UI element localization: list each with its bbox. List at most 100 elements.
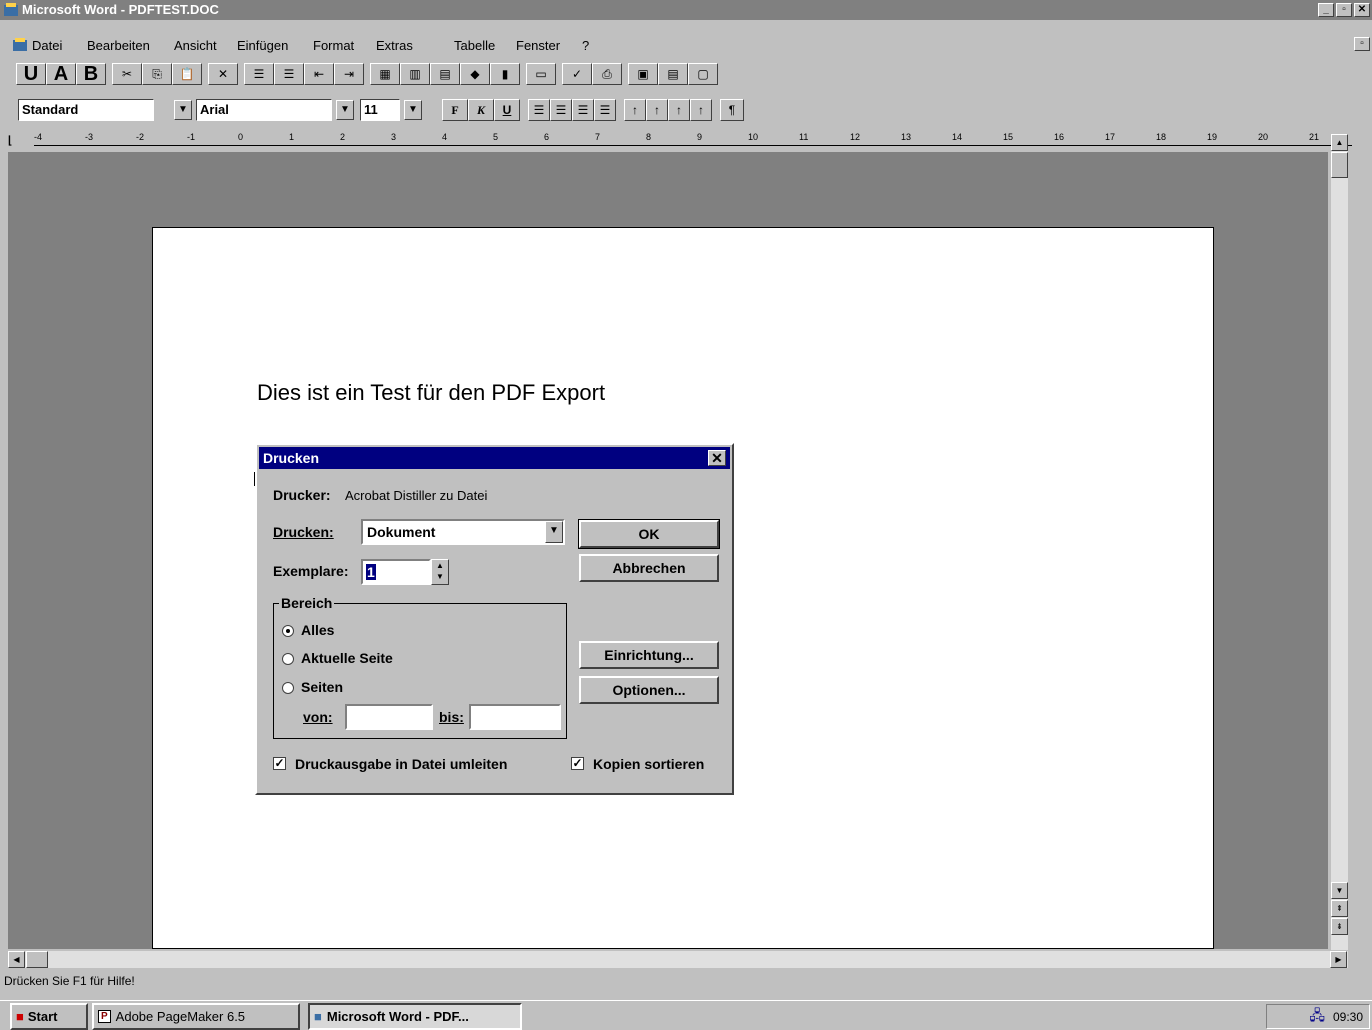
to-field[interactable] [469,704,561,730]
ruler-mark: 15 [1003,132,1014,142]
radio-current-page-label[interactable]: Aktuelle Seite [301,650,393,666]
next-page-icon[interactable]: ⇟ [1331,918,1348,935]
ok-button[interactable]: OK [578,519,720,549]
decrease-indent-icon[interactable]: ⇤ [304,63,334,85]
italic-button[interactable]: K [468,99,494,121]
copies-spinner-icon[interactable]: ▲ ▼ [431,559,449,585]
ruler-mark: 7 [595,132,601,142]
format-painter-icon[interactable]: ✕ [208,63,238,85]
scroll-right-icon[interactable]: ▶ [1330,951,1347,968]
ruler-mark: 16 [1054,132,1065,142]
maximize-icon[interactable]: ▫ [1336,3,1352,17]
tab-right-icon[interactable]: ↑ [668,99,690,121]
ruler-mark: -3 [85,132,94,142]
menu-extras[interactable]: Extras [376,38,413,53]
show-formatting-button[interactable]: ¶ [720,99,744,121]
windows-logo-icon: ■ [16,1009,24,1024]
restore-document-icon[interactable]: ▫ [1354,37,1370,51]
horizontal-scrollbar[interactable]: ◀ ▶ [8,951,1348,968]
align-left-icon[interactable]: ☰ [528,99,550,121]
print-what-dropdown-icon[interactable]: ▼ [545,521,563,543]
chart-icon[interactable]: ▮ [490,63,520,85]
menu-datei[interactable]: Datei [32,38,62,53]
start-button[interactable]: ■ Start [10,1003,88,1030]
paste-icon[interactable]: 📋 [172,63,202,85]
style-field[interactable]: Standard [18,99,154,121]
justify-icon[interactable]: ☰ [594,99,616,121]
task-word-label: Microsoft Word - PDF... [326,1009,469,1024]
numbering-icon[interactable]: ☰ [244,63,274,85]
ruler[interactable]: -4 -3 -2 -1 0 1 2 3 4 5 6 7 8 9 10 11 12 13 14 15 16 17 18 19 20… [34,132,1352,146]
tab-center-icon[interactable]: ↑ [646,99,668,121]
tab-decimal-icon[interactable]: ↑ [690,99,712,121]
cancel-button[interactable]: Abbrechen [579,554,719,582]
scroll-left-icon[interactable]: ◀ [8,951,25,968]
bullets-icon[interactable]: ☰ [274,63,304,85]
print-what-select[interactable]: Dokument ▼ [361,519,565,545]
task-word[interactable]: ■ Microsoft Word - PDF... [308,1003,522,1030]
word-task-icon: ■ [314,1009,322,1024]
bold-button[interactable]: F [442,99,468,121]
minimize-icon[interactable]: _ [1318,3,1334,17]
from-field[interactable] [345,704,433,730]
collate-label[interactable]: Kopien sortieren [593,756,704,772]
dialog-title-bar[interactable]: Drucken ✕ [259,447,730,469]
task-pagemaker[interactable]: P Adobe PageMaker 6.5 [92,1003,300,1030]
menu-help[interactable]: ? [582,38,589,53]
align-right-icon[interactable]: ☰ [572,99,594,121]
scroll-down-icon[interactable]: ▼ [1331,882,1348,899]
page-view-icon[interactable]: ▣ [628,63,658,85]
copies-field[interactable]: 1 [361,559,431,585]
columns-icon[interactable]: ▥ [400,63,430,85]
table-icon[interactable]: ▦ [370,63,400,85]
copy-icon[interactable]: ⎘ [142,63,172,85]
envelope-icon[interactable]: ▭ [526,63,556,85]
size-field[interactable]: 11 [360,99,400,121]
radio-all-label[interactable]: Alles [301,622,334,638]
menu-format[interactable]: Format [313,38,354,53]
menu-fenster[interactable]: Fenster [516,38,560,53]
tool-u-button[interactable]: U [16,63,46,85]
tool-b-button[interactable]: B [76,63,106,85]
vertical-scrollbar[interactable]: ▲ ▼ ⇞ ⇟ [1331,134,1348,950]
start-label: Start [27,1009,58,1024]
setup-button[interactable]: Einrichtung... [579,641,719,669]
style-dropdown-icon[interactable]: ▼ [174,100,192,120]
close-icon[interactable]: ✕ [1354,3,1370,17]
tab-left-icon[interactable]: ↑ [624,99,646,121]
menu-einfuegen[interactable]: Einfügen [237,38,288,53]
menu-ansicht[interactable]: Ansicht [174,38,217,53]
font-field[interactable]: Arial [196,99,332,121]
tab-selector-icon[interactable]: ⌊ [8,134,12,147]
tool-a-button[interactable]: A [46,63,76,85]
size-dropdown-icon[interactable]: ▼ [404,100,422,120]
zoom-icon[interactable]: ▢ [688,63,718,85]
radio-pages[interactable] [282,682,294,694]
radio-current-page[interactable] [282,653,294,665]
pagemaker-icon: P [98,1010,111,1023]
frame-icon[interactable]: ▤ [430,63,460,85]
dialog-close-icon[interactable]: ✕ [708,450,726,466]
menu-tabelle[interactable]: Tabelle [454,38,495,53]
align-center-icon[interactable]: ☰ [550,99,572,121]
previous-page-icon[interactable]: ⇞ [1331,900,1348,917]
radio-pages-label[interactable]: Seiten [301,679,343,695]
options-button[interactable]: Optionen... [579,676,719,704]
spelling-icon[interactable]: ✓ [562,63,592,85]
scroll-up-icon[interactable]: ▲ [1331,134,1348,151]
print-to-file-label[interactable]: Druckausgabe in Datei umleiten [295,756,507,772]
font-dropdown-icon[interactable]: ▼ [336,100,354,120]
cut-icon[interactable]: ✂ [112,63,142,85]
increase-indent-icon[interactable]: ⇥ [334,63,364,85]
print-to-file-checkbox[interactable]: ✓ [273,757,286,770]
underline-button[interactable]: U [494,99,520,121]
print-icon[interactable]: ⎙ [592,63,622,85]
network-icon[interactable]: 🖧 [1309,1005,1325,1029]
collate-checkbox[interactable]: ✓ [571,757,584,770]
radio-all[interactable] [282,625,294,637]
normal-view-icon[interactable]: ▤ [658,63,688,85]
vertical-scroll-thumb[interactable] [1331,152,1348,178]
horizontal-scroll-thumb[interactable] [26,951,48,968]
menu-bearbeiten[interactable]: Bearbeiten [87,38,150,53]
drawing-icon[interactable]: ◆ [460,63,490,85]
